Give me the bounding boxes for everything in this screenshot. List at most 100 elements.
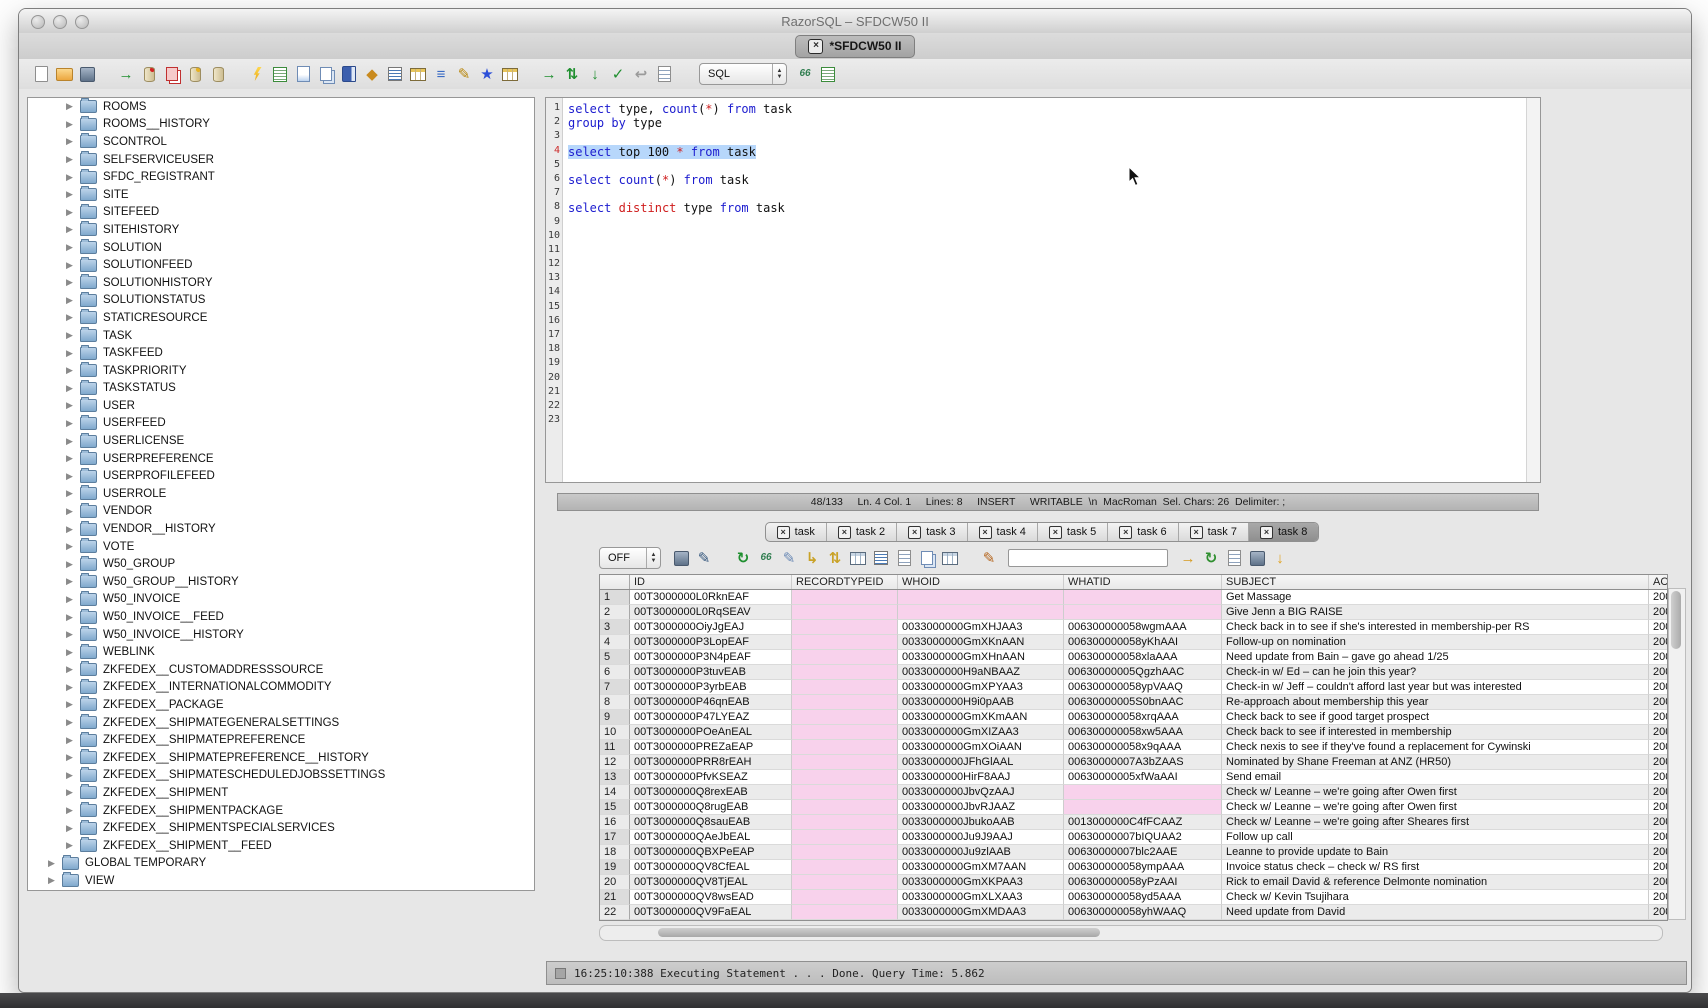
tree-item-vote[interactable]: ▶VOTE xyxy=(28,538,534,556)
execute-all-icon[interactable] xyxy=(270,64,290,84)
query-list-icon[interactable] xyxy=(385,64,405,84)
disclosure-icon[interactable]: ▶ xyxy=(66,365,77,376)
cell-whatid[interactable]: 00630000005S0bnAAC xyxy=(1064,695,1222,710)
cell-subject[interactable]: Check-in w/ Ed – can he join this year? xyxy=(1222,665,1649,680)
tree-item-userpreference[interactable]: ▶USERPREFERENCE xyxy=(28,450,534,468)
tree-item-zkfedex-shipmatepreference-history[interactable]: ▶ZKFEDEX__SHIPMATEPREFERENCE__HISTORY xyxy=(28,749,534,767)
cell-whatid[interactable]: 00630000007bIQUAA2 xyxy=(1064,830,1222,845)
close-tab-icon[interactable]: × xyxy=(1190,526,1203,539)
cell-subject[interactable]: Check back to see if interested in membe… xyxy=(1222,725,1649,740)
cell-id[interactable]: 00T3000000P3N4pEAF xyxy=(630,650,792,665)
cell-ac[interactable]: 200 xyxy=(1649,710,1667,725)
result-tab-task-7[interactable]: ×task 7 xyxy=(1178,523,1248,541)
close-document-icon[interactable]: × xyxy=(808,39,823,54)
cell-recordtypeid[interactable] xyxy=(792,605,898,620)
disclosure-icon[interactable]: ▶ xyxy=(66,488,77,499)
disclosure-icon[interactable]: ▶ xyxy=(66,436,77,447)
disclosure-icon[interactable]: ▶ xyxy=(66,383,77,394)
undo-icon[interactable]: ↩ xyxy=(631,64,651,84)
tree-item-w50-invoice-history[interactable]: ▶W50_INVOICE__HISTORY xyxy=(28,626,534,644)
disclosure-icon[interactable]: ▶ xyxy=(66,207,77,218)
tree-item-solution[interactable]: ▶SOLUTION xyxy=(28,239,534,257)
cell-ac[interactable]: 200 xyxy=(1649,800,1667,815)
execute-icon[interactable] xyxy=(247,64,267,84)
cell-ac[interactable]: 200 xyxy=(1649,875,1667,890)
disclosure-icon[interactable]: ▶ xyxy=(66,770,77,781)
tree-item-solutionhistory[interactable]: ▶SOLUTIONHISTORY xyxy=(28,274,534,292)
cell-ac[interactable]: 200 xyxy=(1649,665,1667,680)
close-tab-icon[interactable]: × xyxy=(777,526,790,539)
highlight-table-icon[interactable] xyxy=(408,64,428,84)
disclosure-icon[interactable]: ▶ xyxy=(66,524,77,535)
cell-whatid[interactable]: 006300000058xrqAAA xyxy=(1064,710,1222,725)
log-icon[interactable] xyxy=(654,64,674,84)
minimize-window-button[interactable] xyxy=(53,15,67,29)
stop-icon[interactable] xyxy=(555,968,566,979)
cell-subject[interactable]: Leanne to provide update to Bain xyxy=(1222,845,1649,860)
cell-subject[interactable]: Need update from Bain – gave go ahead 1/… xyxy=(1222,650,1649,665)
download-icon[interactable]: ↓ xyxy=(1270,548,1290,568)
disclosure-icon[interactable]: ▶ xyxy=(66,752,77,763)
tree-item-sitehistory[interactable]: ▶SITEHISTORY xyxy=(28,221,534,239)
cell-whoid[interactable]: 0033000000JFhGlAAL xyxy=(898,755,1064,770)
tree-item-zkfedex-shipmentspecialservices[interactable]: ▶ZKFEDEX__SHIPMENTSPECIALSERVICES xyxy=(28,819,534,837)
disclosure-icon[interactable]: ▶ xyxy=(66,348,77,359)
results-search-input[interactable] xyxy=(1008,549,1168,567)
cell-recordtypeid[interactable] xyxy=(792,620,898,635)
disclosure-icon[interactable]: ▶ xyxy=(66,453,77,464)
cell-recordtypeid[interactable] xyxy=(792,695,898,710)
disclosure-icon[interactable]: ▶ xyxy=(66,840,77,851)
cell-id[interactable]: 00T3000000QV8TjEAL xyxy=(630,875,792,890)
cell-whatid[interactable]: 006300000058yPzAAI xyxy=(1064,875,1222,890)
tree-item-site[interactable]: ▶SITE xyxy=(28,186,534,204)
cell-whatid[interactable]: 00630000005QgzhAAC xyxy=(1064,665,1222,680)
cell-ac[interactable]: 200 xyxy=(1649,830,1667,845)
disclosure-icon[interactable]: ▶ xyxy=(66,506,77,517)
tree-item-weblink[interactable]: ▶WEBLINK xyxy=(28,643,534,661)
cell-subject[interactable]: Follow up call xyxy=(1222,830,1649,845)
cell-id[interactable]: 00T3000000QV9FaEAL xyxy=(630,905,792,920)
close-tab-icon[interactable]: × xyxy=(1119,526,1132,539)
commit-icon[interactable] xyxy=(185,64,205,84)
refresh-results-icon[interactable]: ↻ xyxy=(733,548,753,568)
column-view-icon[interactable] xyxy=(894,548,914,568)
tree-item-sitefeed[interactable]: ▶SITEFEED xyxy=(28,204,534,222)
cell-subject[interactable]: Follow-up on nomination xyxy=(1222,635,1649,650)
cell-id[interactable]: 00T3000000PREZaEAP xyxy=(630,740,792,755)
cell-whatid[interactable]: 006300000058yd5AAA xyxy=(1064,890,1222,905)
cell-whoid[interactable]: 0033000000GmXKnAAN xyxy=(898,635,1064,650)
tree-item-staticresource[interactable]: ▶STATICRESOURCE xyxy=(28,309,534,327)
result-tab-task-2[interactable]: ×task 2 xyxy=(826,523,896,541)
cell-id[interactable]: 00T3000000QV8CfEAL xyxy=(630,860,792,875)
result-tab-task-6[interactable]: ×task 6 xyxy=(1107,523,1177,541)
reload-table-icon[interactable] xyxy=(848,548,868,568)
cell-whatid[interactable]: 0013000000C4fFCAAZ xyxy=(1064,815,1222,830)
cell-ac[interactable]: 200 xyxy=(1649,860,1667,875)
cell-recordtypeid[interactable] xyxy=(792,830,898,845)
tree-item-zkfedex-shipment-feed[interactable]: ▶ZKFEDEX__SHIPMENT__FEED xyxy=(28,837,534,855)
cell-id[interactable]: 00T3000000QBXPeEAP xyxy=(630,845,792,860)
disclosure-icon[interactable]: ▶ xyxy=(66,559,77,570)
tree-item-zkfedex-package[interactable]: ▶ZKFEDEX__PACKAGE xyxy=(28,696,534,714)
highlight-icon[interactable]: ✎ xyxy=(979,548,999,568)
result-tab-task[interactable]: ×task xyxy=(766,523,826,541)
cell-id[interactable]: 00T3000000P3tuvEAB xyxy=(630,665,792,680)
cell-whoid[interactable]: 0033000000GmXHnAAN xyxy=(898,650,1064,665)
cell-ac[interactable]: 200 xyxy=(1649,620,1667,635)
cell-ac[interactable]: 200 xyxy=(1649,590,1667,605)
disclosure-icon[interactable]: ▶ xyxy=(48,858,59,869)
tree-item-scontrol[interactable]: ▶SCONTROL xyxy=(28,133,534,151)
tree-item-zkfedex-shipment[interactable]: ▶ZKFEDEX__SHIPMENT xyxy=(28,784,534,802)
cell-subject[interactable]: Send email xyxy=(1222,770,1649,785)
tree-item-global-temporary[interactable]: ▶GLOBAL TEMPORARY xyxy=(28,855,534,873)
edit-row-icon[interactable]: ✎ xyxy=(779,548,799,568)
form-view-icon[interactable] xyxy=(871,548,891,568)
disclosure-icon[interactable]: ▶ xyxy=(66,787,77,798)
cell-subject[interactable]: Check w/ Kevin Tsujihara xyxy=(1222,890,1649,905)
cell-whoid[interactable] xyxy=(898,590,1064,605)
disclosure-icon[interactable]: ▶ xyxy=(66,260,77,271)
cell-whoid[interactable]: 0033000000HirF8AAJ xyxy=(898,770,1064,785)
cell-id[interactable]: 00T3000000PRR8rEAH xyxy=(630,755,792,770)
cell-ac[interactable]: 200 xyxy=(1649,695,1667,710)
column-header-subject[interactable]: SUBJECT xyxy=(1222,575,1649,589)
